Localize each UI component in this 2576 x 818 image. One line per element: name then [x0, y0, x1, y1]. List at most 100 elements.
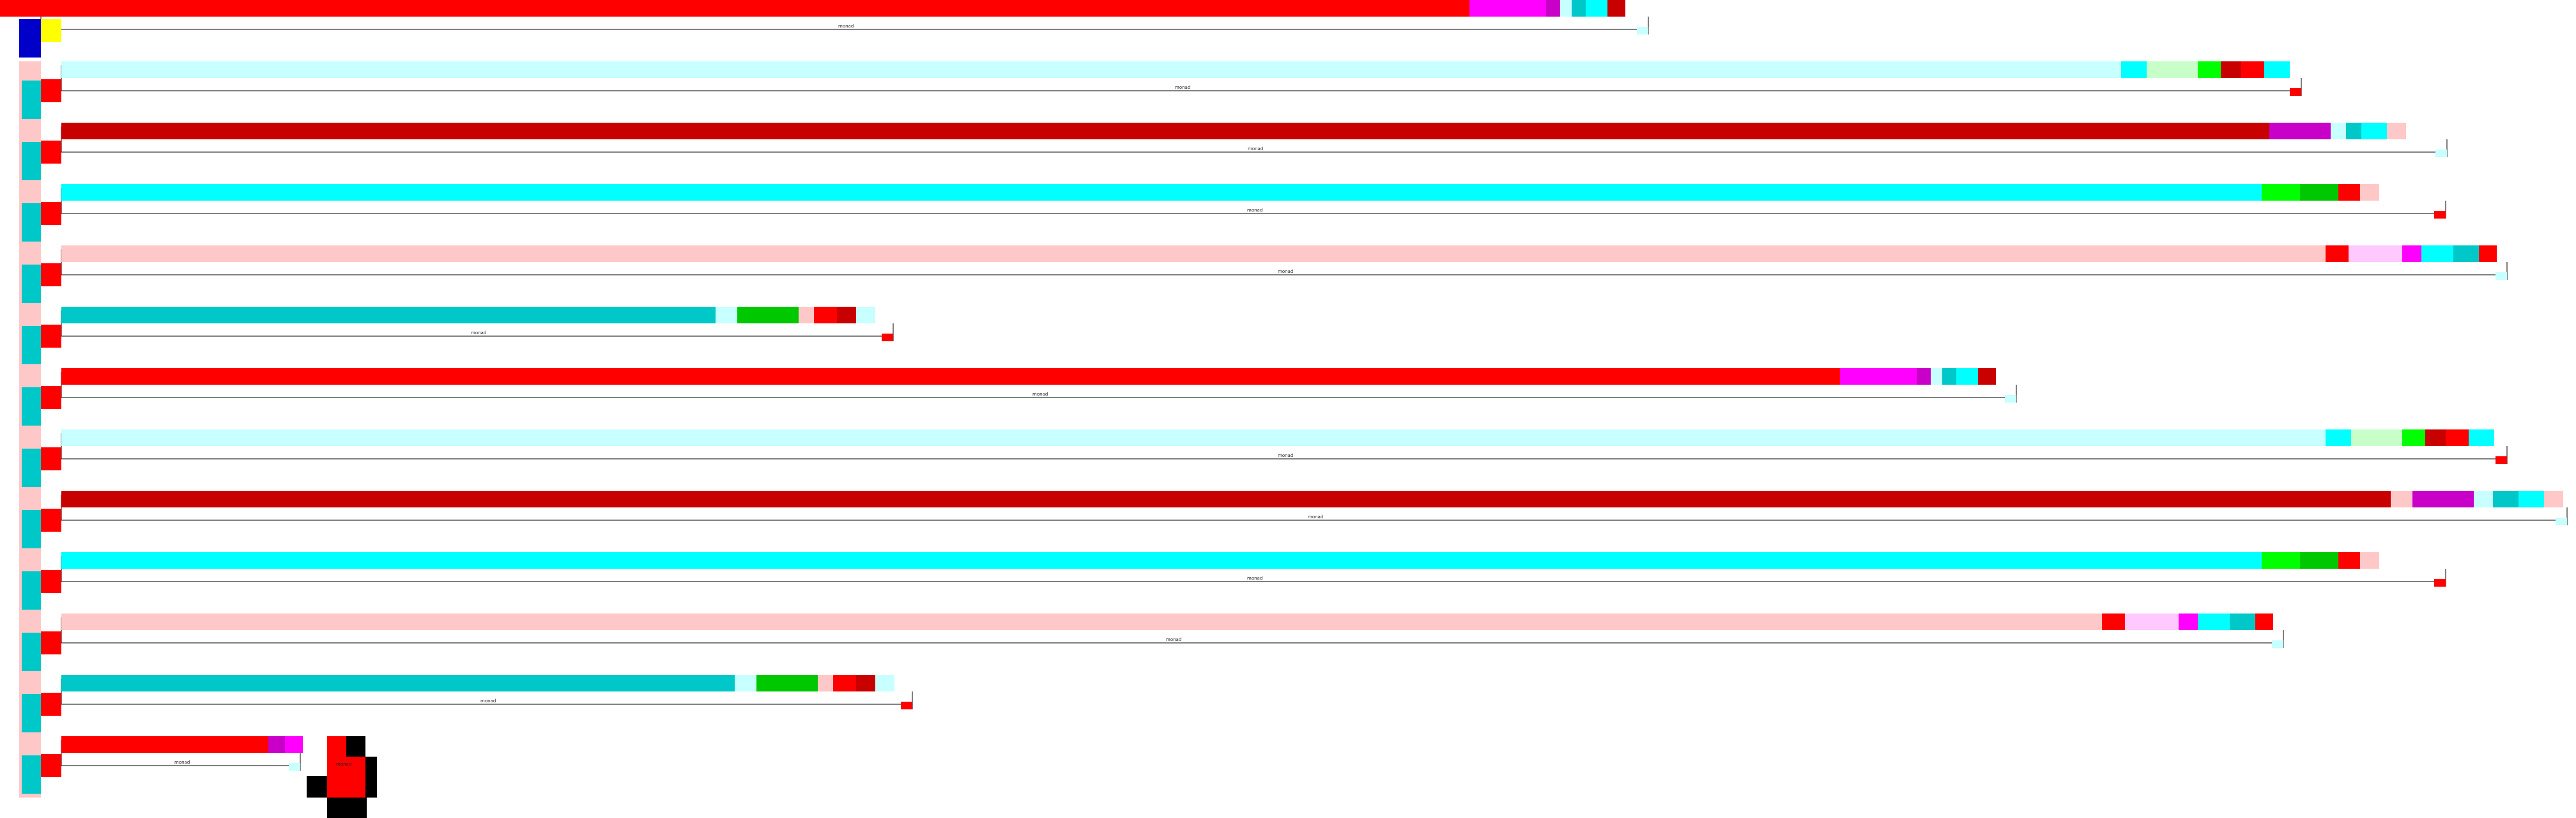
bar-11-segment-3 — [833, 675, 856, 691]
bar-11-segment-0 — [735, 675, 756, 691]
bar-8 — [61, 491, 2391, 507]
wire-end-marker-1 — [2290, 88, 2301, 96]
bar-1-segment-0 — [2121, 61, 2147, 78]
bar-5-segment-4 — [837, 307, 856, 323]
bar-1-segment-3 — [2221, 61, 2241, 78]
wire-end-marker-11 — [901, 702, 912, 709]
left-teal-strip — [22, 387, 41, 426]
left-red-box — [41, 202, 61, 225]
wire-label-8: monad — [1308, 514, 1324, 520]
left-red-box — [41, 570, 61, 593]
wire-label-9: monad — [1247, 576, 1263, 581]
bar-2-segment-4 — [2387, 123, 2406, 139]
wire-end-marker-7 — [2496, 456, 2507, 464]
bar-11-segment-4 — [856, 675, 875, 691]
bar-0 — [0, 0, 1469, 17]
left-red-box — [41, 79, 61, 102]
bar-9-segment-3 — [2360, 552, 2379, 569]
bar-9-segment-1 — [2300, 552, 2338, 569]
wire-label-6: monad — [1032, 392, 1048, 397]
bar-1-segment-2 — [2198, 61, 2221, 78]
left-teal-strip — [22, 326, 41, 364]
bar-8-segment-5 — [2544, 491, 2563, 507]
bar-2-segment-1 — [2331, 123, 2346, 139]
cross-label: monad — [336, 762, 352, 767]
bar-7-segment-3 — [2425, 429, 2446, 446]
bar-3-segment-1 — [2300, 184, 2338, 201]
bar-7-segment-0 — [2326, 429, 2351, 446]
wire-label-10: monad — [1166, 637, 1182, 642]
left-teal-strip — [22, 633, 41, 671]
left-teal-strip — [22, 571, 41, 610]
wire-end-marker-10 — [2272, 640, 2283, 648]
bar-0-segment-3 — [1572, 0, 1586, 17]
bar-0-segment-0 — [1469, 0, 1546, 17]
wire-end-marker-8 — [2556, 518, 2567, 525]
bar-0-segment-4 — [1586, 0, 1607, 17]
bar-10-segment-3 — [2198, 614, 2230, 630]
bar-7-segment-5 — [2469, 429, 2494, 446]
bar-6-segment-5 — [1978, 368, 1996, 385]
left-red-box — [41, 263, 61, 286]
bar-4-segment-2 — [2402, 245, 2421, 262]
cross-center-red — [327, 776, 365, 798]
bar-5-segment-5 — [856, 307, 875, 323]
bar-12 — [61, 736, 268, 753]
bar-7-segment-4 — [2446, 429, 2469, 446]
bar-4-segment-1 — [2349, 245, 2402, 262]
left-teal-strip — [22, 81, 41, 119]
left-red-box — [41, 325, 61, 348]
left-red-box — [41, 631, 61, 654]
wire-label-1: monad — [1175, 85, 1191, 90]
wire-end-marker-6 — [2005, 395, 2016, 403]
cross-top-red — [327, 736, 346, 757]
wire-label-4: monad — [1278, 269, 1294, 274]
bar-3-segment-0 — [2262, 184, 2300, 201]
bar-8-segment-1 — [2412, 491, 2474, 507]
bar-2-segment-0 — [2269, 123, 2331, 139]
bar-10-segment-5 — [2255, 614, 2273, 630]
bar-2 — [61, 123, 2269, 139]
bar-8-segment-2 — [2474, 491, 2493, 507]
bar-10-segment-2 — [2179, 614, 2198, 630]
bar-11-segment-5 — [875, 675, 894, 691]
wire-label-2: monad — [1248, 146, 1264, 151]
bar-11-segment-2 — [818, 675, 833, 691]
left-teal-strip — [22, 265, 41, 303]
diagram-canvas: monad monad monad monad monad monad monad monad… — [0, 0, 2576, 818]
wire-label-3: monad — [1247, 208, 1263, 213]
cross-right-black — [365, 757, 377, 798]
bar-0-segment-5 — [1607, 0, 1625, 17]
left-red-box — [41, 693, 61, 716]
bar-7-segment-2 — [2402, 429, 2425, 446]
bar-8-segment-3 — [2493, 491, 2518, 507]
bar-4-segment-3 — [2421, 245, 2453, 262]
bar-2-segment-2 — [2346, 123, 2361, 139]
left-red-box — [41, 754, 61, 777]
bar-3-segment-2 — [2338, 184, 2360, 201]
wire-label-12: monad — [174, 760, 190, 765]
wire-end-marker-4 — [2496, 272, 2507, 280]
cross-bottom-black — [327, 798, 367, 818]
bar-4-segment-5 — [2479, 245, 2497, 262]
bar-0-segment-2 — [1560, 0, 1572, 17]
bar-4-segment-0 — [2326, 245, 2349, 262]
bar-5 — [61, 307, 716, 323]
left-yellow-block — [41, 19, 61, 42]
left-red-box — [41, 141, 61, 164]
left-blue-block — [19, 19, 41, 58]
bar-3 — [61, 184, 2262, 201]
left-teal-strip — [22, 755, 41, 794]
left-red-box — [41, 386, 61, 409]
bar-1-segment-1 — [2147, 61, 2198, 78]
left-teal-strip — [22, 510, 41, 548]
bar-4 — [61, 245, 2326, 262]
wire-label-7: monad — [1278, 453, 1294, 458]
bar-10 — [61, 614, 2102, 630]
bar-12-segment-0 — [268, 736, 285, 753]
left-red-box — [41, 447, 61, 470]
bar-8-segment-4 — [2518, 491, 2544, 507]
bar-9-segment-0 — [2262, 552, 2300, 569]
bar-6-segment-3 — [1942, 368, 1956, 385]
bar-6 — [61, 368, 1840, 385]
